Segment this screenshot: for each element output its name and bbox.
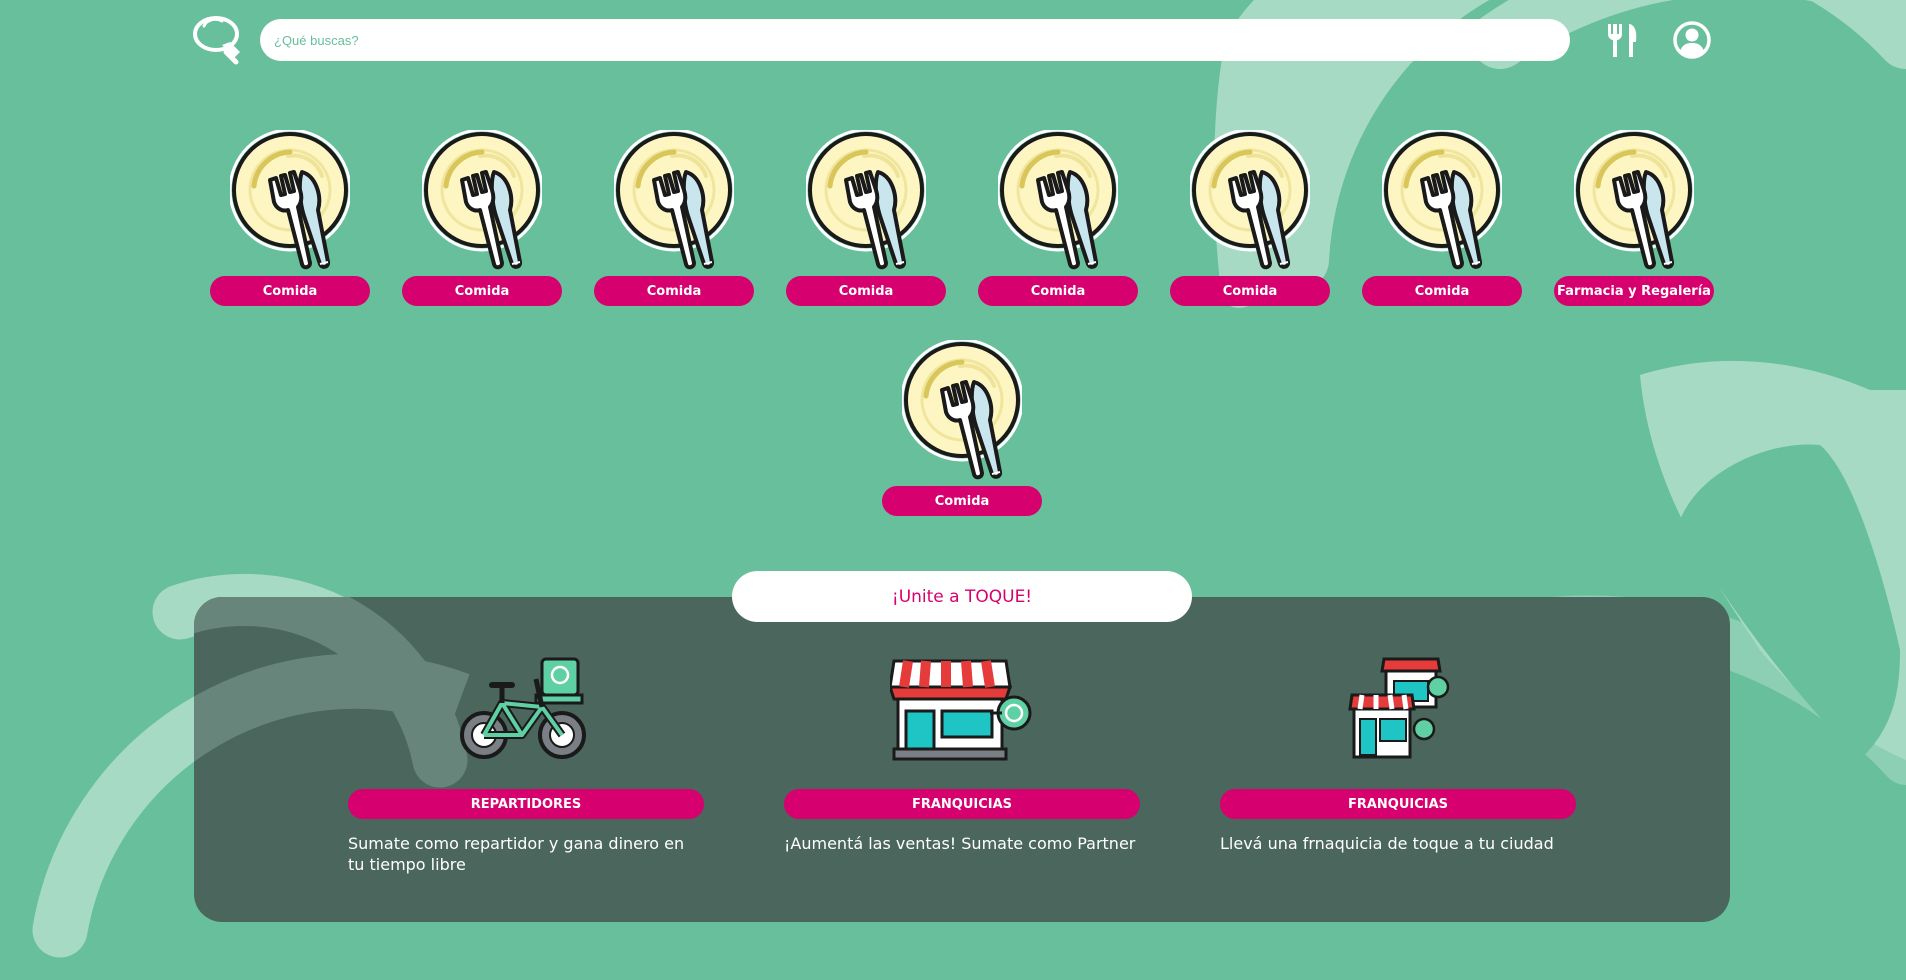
storefront-icon [890, 659, 1032, 761]
search-input[interactable] [272, 31, 1558, 49]
plate-cutlery-icon [614, 130, 734, 275]
plate-cutlery-icon [806, 130, 926, 275]
plate-cutlery-icon [1382, 130, 1502, 275]
category-button[interactable]: Comida [978, 276, 1138, 306]
category-button[interactable]: Comida [210, 276, 370, 306]
category-button[interactable]: Comida [402, 276, 562, 306]
join-card-text: ¡Aumentá las ventas! Sumate como Partner [784, 834, 1136, 853]
category-button[interactable]: Comida [594, 276, 754, 306]
join-card-text: Sumate como repartidor y gana dinero en … [348, 834, 685, 874]
franquicias-partner-button[interactable]: FRANQUICIAS [784, 789, 1140, 819]
join-title: ¡Unite a TOQUE! [732, 571, 1192, 622]
plate-cutlery-icon [1574, 130, 1694, 275]
top-bar [0, 0, 1906, 80]
category-item[interactable]: Comida [1362, 130, 1522, 310]
category-item[interactable]: Comida [594, 130, 754, 310]
category-item[interactable]: Comida [978, 130, 1138, 310]
category-item[interactable]: Comida [1170, 130, 1330, 310]
category-item[interactable]: Comida [402, 130, 562, 310]
category-button[interactable]: Comida [1170, 276, 1330, 306]
category-button[interactable]: Comida [1362, 276, 1522, 306]
plate-cutlery-icon [422, 130, 542, 275]
plate-cutlery-icon [230, 130, 350, 275]
repartidores-button[interactable]: REPARTIDORES [348, 789, 704, 819]
plate-cutlery-icon [998, 130, 1118, 275]
franquicias-ciudad-button[interactable]: FRANQUICIAS [1220, 789, 1576, 819]
plate-cutlery-icon [1190, 130, 1310, 275]
category-button[interactable]: Comida [882, 486, 1042, 516]
category-item[interactable]: Comida [786, 130, 946, 310]
fork-knife-icon[interactable] [1601, 20, 1641, 60]
category-item[interactable]: Farmacia y Regalería [1554, 130, 1714, 310]
category-button[interactable]: Farmacia y Regalería [1554, 276, 1714, 306]
category-item[interactable]: Comida [882, 340, 1042, 520]
toque-logo-icon[interactable] [192, 12, 248, 66]
category-button[interactable]: Comida [786, 276, 946, 306]
plate-cutlery-icon [902, 340, 1022, 485]
franchise-stores-icon [1348, 657, 1450, 759]
join-card-text: Llevá una frnaquicia de toque a tu ciuda… [1220, 834, 1554, 853]
delivery-bike-icon [460, 657, 586, 759]
user-account-icon[interactable] [1672, 20, 1712, 60]
category-item[interactable]: Comida [210, 130, 370, 310]
search-bar[interactable] [260, 19, 1570, 61]
